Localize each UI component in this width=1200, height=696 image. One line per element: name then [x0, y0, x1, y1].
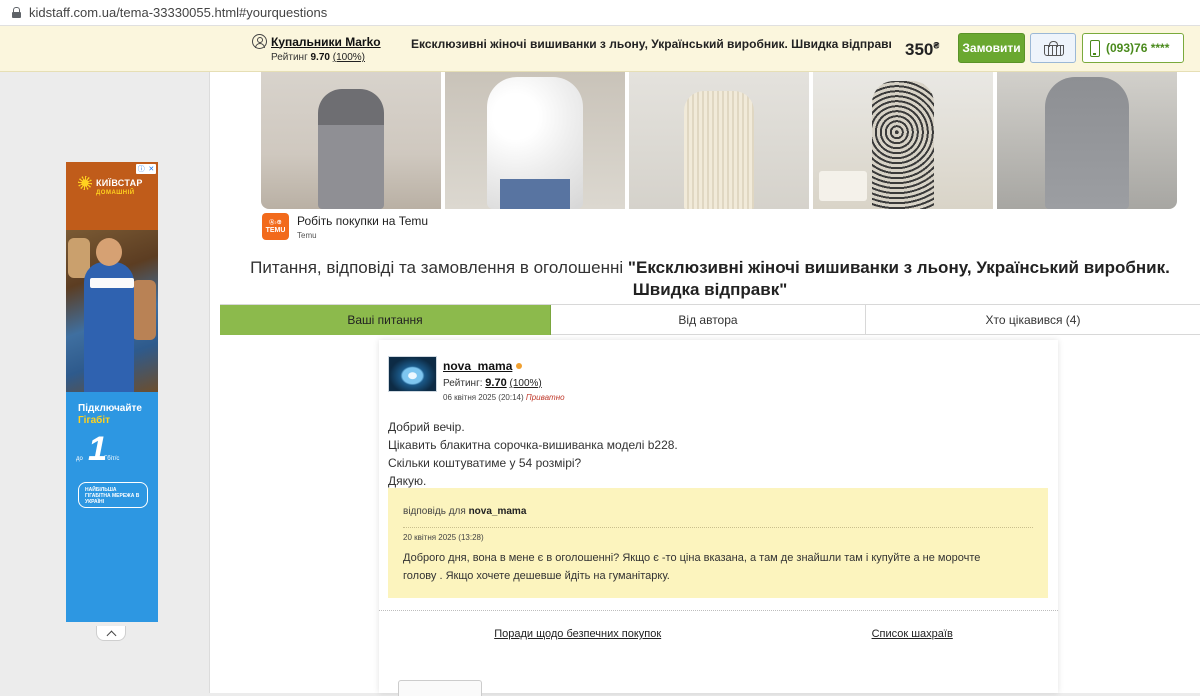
author-rating-percent-link[interactable]: (100%): [509, 378, 541, 389]
address-bar[interactable]: kidstaff.com.ua/tema-33330055.html#yourq…: [0, 0, 1200, 26]
privacy-label: Приватно: [525, 393, 565, 402]
seller-rating: Рейтинг 9.70 (100%): [271, 52, 365, 63]
answer-text: Доброго дня, вона в мене є в оголошенні?…: [403, 552, 981, 582]
divider: [403, 527, 1033, 528]
question-text: Добрий вечір. Цікавить блакитна сорочка-…: [388, 420, 678, 488]
ad-banner[interactable]: КИЇВСТАР ДОМАШНІЙ ⓘ ✕ Підключайте Гігабіт…: [66, 162, 158, 622]
basket-icon: [1044, 41, 1064, 56]
ad-headline: Підключайте Гігабіт: [78, 403, 142, 426]
left-ad-column: КИЇВСТАР ДОМАШНІЙ ⓘ ✕ Підключайте Гігабіт…: [0, 72, 210, 693]
temu-sponsor[interactable]: Ⓐ♪⊕ TEMU Робіть покупки на Temu Temu: [262, 213, 428, 240]
temu-logo: Ⓐ♪⊕ TEMU: [262, 213, 289, 240]
url-text[interactable]: kidstaff.com.ua/tema-33330055.html#yourq…: [29, 5, 327, 20]
scammers-list-link[interactable]: Список шахраїв: [872, 628, 953, 640]
online-status-dot: [516, 363, 523, 369]
author-rating: Рейтинг: 9.70 (100%): [443, 377, 542, 389]
avatar[interactable]: [388, 356, 437, 392]
question-author: nova_mama Рейтинг: 9.70 (100%) 06 квітня…: [443, 359, 565, 402]
product-tile[interactable]: [813, 72, 993, 209]
temu-tagline: Робіть покупки на Temu: [297, 214, 429, 228]
ad-network-badge: НАЙБІЛЬША ГІГАБІТНА МЕРЕЖА В УКРАЇНІ: [78, 482, 148, 508]
product-tile[interactable]: [997, 72, 1177, 209]
temu-product-strip[interactable]: [261, 72, 1177, 209]
qa-tabs: Ваші питання Від автора Хто цікавився (4…: [220, 304, 1200, 335]
product-tile[interactable]: [445, 72, 625, 209]
router-icon: [90, 278, 134, 288]
listing-title-quoted: "Ексклюзивні жіночі вишиванки з льону, У…: [627, 258, 1170, 299]
ad-collapse-button[interactable]: [96, 626, 126, 641]
sticky-listing-header: Купальники Marko Рейтинг 9.70 (100%) Екс…: [0, 26, 1200, 72]
author-rating-value-link[interactable]: 9.70: [485, 377, 506, 389]
question-card: nova_mama Рейтинг: 9.70 (100%) 06 квітня…: [379, 340, 1058, 693]
ad-info-icon[interactable]: ⓘ ✕: [136, 164, 156, 174]
listing-price: 350₴: [905, 40, 940, 59]
phone-number: (093)76 ****: [1106, 41, 1170, 55]
tab-who-was-interested[interactable]: Хто цікавився (4): [866, 305, 1200, 335]
listing-title: Ексклюзивні жіночі вишиванки з льону, Ук…: [411, 37, 891, 51]
ad-photo: [66, 230, 158, 392]
basket-button[interactable]: [1030, 33, 1076, 63]
divider: [379, 610, 1058, 611]
phone-button[interactable]: (093)76 ****: [1082, 33, 1184, 63]
author-nick-link[interactable]: nova_mama: [443, 359, 512, 373]
temu-brand-name: Temu: [297, 231, 317, 240]
tab-your-questions[interactable]: Ваші питання: [220, 305, 551, 335]
reply-button[interactable]: [398, 680, 482, 696]
user-icon: [252, 34, 267, 49]
product-tile[interactable]: [629, 72, 809, 209]
lock-icon: [12, 7, 21, 18]
product-tile[interactable]: [261, 72, 441, 209]
answer-recipient: відповідь для nova_mama: [403, 506, 527, 517]
phone-icon: [1090, 39, 1100, 57]
chevron-up-icon: [106, 630, 116, 640]
main-content: Ⓐ♪⊕ TEMU Робіть покупки на Temu Temu Пит…: [210, 72, 1200, 696]
safety-links: Поради щодо безпечних покупок Список шах…: [379, 617, 1058, 651]
seller-name-link[interactable]: Купальники Marko: [271, 35, 381, 49]
answer-date: 20 квітня 2025 (13:28): [403, 533, 484, 542]
question-date: 06 квітня 2025 (20:14) Приватно: [443, 393, 565, 402]
kyivstar-star-icon: [78, 176, 92, 190]
answer-box: відповідь для nova_mama 20 квітня 2025 (…: [388, 488, 1048, 598]
tab-from-author[interactable]: Від автора: [551, 305, 866, 335]
seller-info: Купальники Marko Рейтинг 9.70 (100%): [252, 34, 381, 63]
order-button[interactable]: Замовити: [958, 33, 1025, 63]
currency-symbol: ₴: [933, 40, 940, 51]
safe-purchase-tips-link[interactable]: Поради щодо безпечних покупок: [494, 628, 661, 640]
seller-rating-percent-link[interactable]: (100%): [333, 52, 365, 63]
page-title: Питання, відповіді та замовлення в оголо…: [250, 258, 1170, 299]
